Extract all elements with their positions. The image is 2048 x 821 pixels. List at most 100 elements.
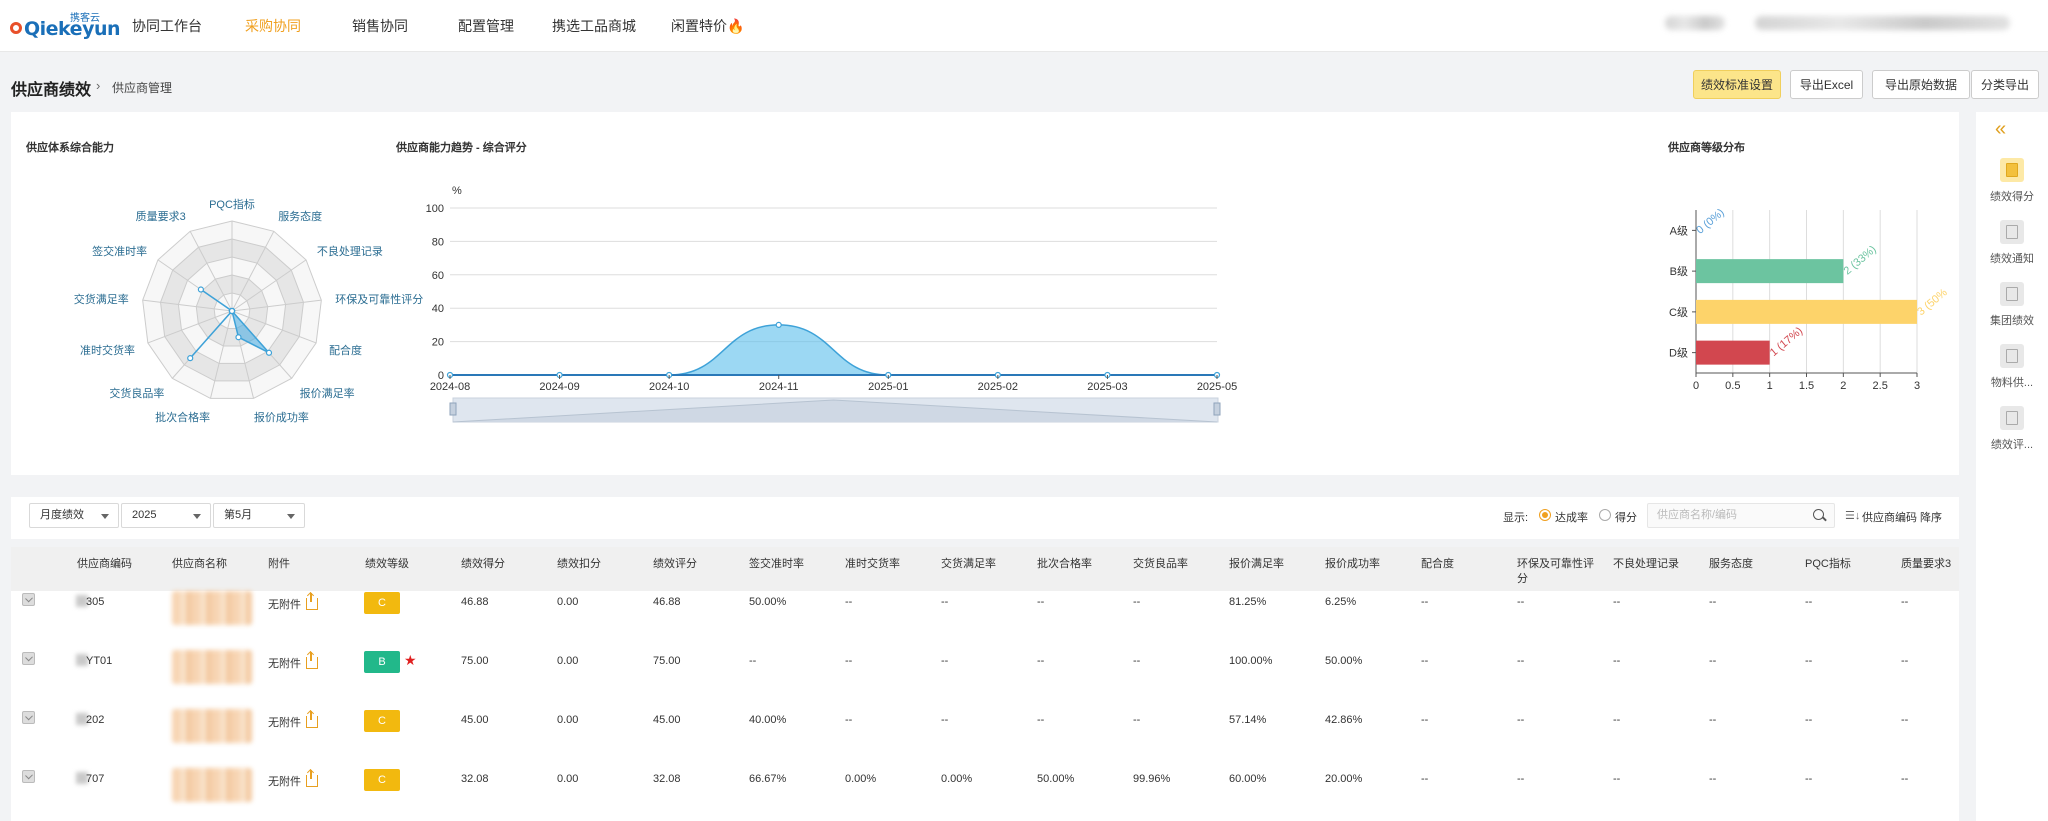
sidebar-item-label: 绩效通知 [1990,253,2034,265]
sort-label[interactable]: 供应商编码 降序 [1862,509,1942,525]
caret-down-icon [193,514,201,519]
document-icon [2000,282,2024,306]
caret-down-icon [101,514,109,519]
upload-icon[interactable] [306,652,318,669]
column-header[interactable]: 绩效扣分 [557,557,601,572]
cell-rating: 45.00 [653,714,681,726]
cell-c2: 0.00% [845,773,877,785]
cell-c1: 40.00% [749,714,787,726]
cell-c1: -- [749,655,757,667]
x-tick-label: 1.5 [1799,380,1814,392]
radio-score-label[interactable]: 得分 [1615,509,1637,525]
month-select-value: 第5月 [224,509,253,521]
grade-bar [1696,259,1844,284]
column-header[interactable]: 配合度 [1421,557,1454,572]
bar-data-label: 3 (50% [1915,286,1950,318]
column-header[interactable]: 质量要求3 [1901,557,1951,572]
cell-rating: 75.00 [653,655,681,667]
bar-data-label: 1 (17%) [1768,325,1805,359]
grade-badge: B [364,651,400,673]
year-select-value: 2025 [132,509,157,521]
upload-icon[interactable] [306,593,318,610]
grade-badge: C [364,769,400,791]
column-header[interactable]: 绩效得分 [461,557,505,572]
cell-c7: 6.25% [1325,596,1357,608]
x-tick-label: 0.5 [1725,380,1740,392]
cell-c7: 50.00% [1325,655,1363,667]
radio-achievement[interactable] [1539,509,1551,521]
radio-achievement-label[interactable]: 达成率 [1555,509,1588,525]
column-header[interactable]: 服务态度 [1709,557,1753,572]
period-select[interactable]: 月度绩效 [29,503,119,528]
month-select[interactable]: 第5月 [213,503,305,528]
column-header[interactable]: 签交准时率 [749,557,804,572]
right-sidebar [1976,112,2048,821]
attachment-text: 无附件 [268,658,301,670]
column-header[interactable]: PQC指标 [1805,557,1851,572]
column-header[interactable]: 报价满足率 [1229,557,1284,572]
cell-c8: -- [1421,655,1429,667]
x-tick-label: 1 [1767,380,1773,392]
y-tick-label: B级 [1670,265,1688,278]
cell-deduct: 0.00 [557,655,579,667]
supplier-name-blurred[interactable] [172,709,252,743]
cell-c6: 60.00% [1229,773,1267,785]
sidebar-item-label: 物料供... [1990,377,2034,389]
upload-icon[interactable] [306,711,318,728]
cell-c13: -- [1901,655,1909,667]
column-header[interactable]: 绩效等级 [365,557,409,572]
supplier-name-blurred[interactable] [172,768,252,802]
column-header[interactable]: 供应商名称 [172,557,227,572]
column-header[interactable]: 交货良品率 [1133,557,1188,572]
supplier-name-blurred[interactable] [172,650,252,684]
cell-c2: -- [845,596,853,608]
column-header[interactable]: 准时交货率 [845,557,900,572]
supplier-code: 202 [86,714,105,726]
column-header[interactable]: 交货满足率 [941,557,996,572]
sidebar-item-notice[interactable]: 绩效通知 [1976,220,2048,266]
cell-c4: -- [1037,655,1045,667]
expand-checkbox[interactable] [22,770,35,783]
expand-checkbox[interactable] [22,593,35,606]
cell-c11: -- [1709,773,1717,785]
cell-c7: 42.86% [1325,714,1363,726]
sort-icon[interactable]: ☰↓ [1845,509,1860,522]
column-header[interactable]: 绩效评分 [653,557,697,572]
period-select-value: 月度绩效 [40,509,84,521]
supplier-name-blurred[interactable] [172,591,252,625]
cell-c10: -- [1613,655,1621,667]
cell-c2: -- [845,714,853,726]
cell-score: 45.00 [461,714,489,726]
sidebar-item-group[interactable]: 集团绩效 [1976,282,2048,328]
cell-c6: 100.00% [1229,655,1273,667]
column-header[interactable]: 批次合格率 [1037,557,1092,572]
y-tick-label: A级 [1670,224,1688,237]
x-tick-label: 2.5 [1873,380,1888,392]
search-icon[interactable] [1813,509,1824,520]
sidebar-item-score[interactable]: 绩效得分 [1976,158,2048,204]
cell-c7: 20.00% [1325,773,1363,785]
sidebar-item-material[interactable]: 物料供... [1976,344,2048,390]
cell-c10: -- [1613,596,1621,608]
display-label: 显示: [1503,512,1529,524]
cell-score: 75.00 [461,655,489,667]
grade-badge: C [364,592,400,614]
cell-deduct: 0.00 [557,714,579,726]
radio-score[interactable] [1599,509,1611,521]
column-header[interactable]: 报价成功率 [1325,557,1380,572]
cell-c12: -- [1805,655,1813,667]
column-header[interactable]: 供应商编码 [77,557,132,572]
year-select[interactable]: 2025 [121,503,211,528]
column-header[interactable]: 不良处理记录 [1613,557,1679,572]
cell-c11: -- [1709,714,1717,726]
sidebar-item-eval[interactable]: 绩效评... [1976,406,2048,452]
column-header[interactable]: 环保及可靠性评分 [1517,557,1607,587]
column-header[interactable]: 附件 [268,557,290,572]
expand-checkbox[interactable] [22,711,35,724]
upload-icon[interactable] [306,770,318,787]
expand-checkbox[interactable] [22,652,35,665]
cell-score: 32.08 [461,773,489,785]
collapse-icon[interactable]: « [1995,118,2006,141]
category-export-button[interactable]: 分类导出 [1971,70,2039,99]
search-input[interactable]: 供应商名称/编码 [1647,503,1835,528]
